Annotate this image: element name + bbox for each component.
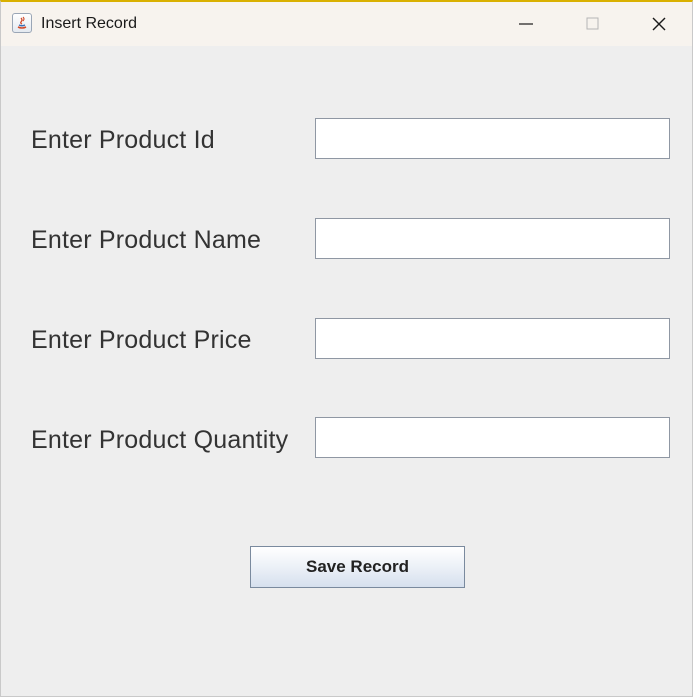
product-price-input[interactable]	[315, 318, 670, 359]
java-icon	[12, 13, 32, 33]
save-record-button[interactable]: Save Record	[250, 546, 465, 588]
insert-record-window: Insert Record Enter Product Id Enter Pro…	[0, 0, 693, 697]
minimize-button[interactable]	[493, 2, 559, 46]
minimize-icon	[519, 23, 533, 25]
product-id-label: Enter Product Id	[31, 126, 215, 154]
product-id-input[interactable]	[315, 118, 670, 159]
maximize-button[interactable]	[559, 2, 625, 46]
product-price-label: Enter Product Price	[31, 326, 252, 354]
title-bar[interactable]: Insert Record	[1, 2, 692, 46]
close-button[interactable]	[625, 2, 691, 46]
maximize-icon	[586, 17, 599, 30]
product-name-label: Enter Product Name	[31, 226, 262, 254]
window-title: Insert Record	[41, 15, 138, 32]
product-quantity-input[interactable]	[315, 417, 670, 458]
product-name-input[interactable]	[315, 218, 670, 259]
close-icon	[652, 17, 666, 31]
product-quantity-label: Enter Product Quantity	[31, 426, 289, 454]
